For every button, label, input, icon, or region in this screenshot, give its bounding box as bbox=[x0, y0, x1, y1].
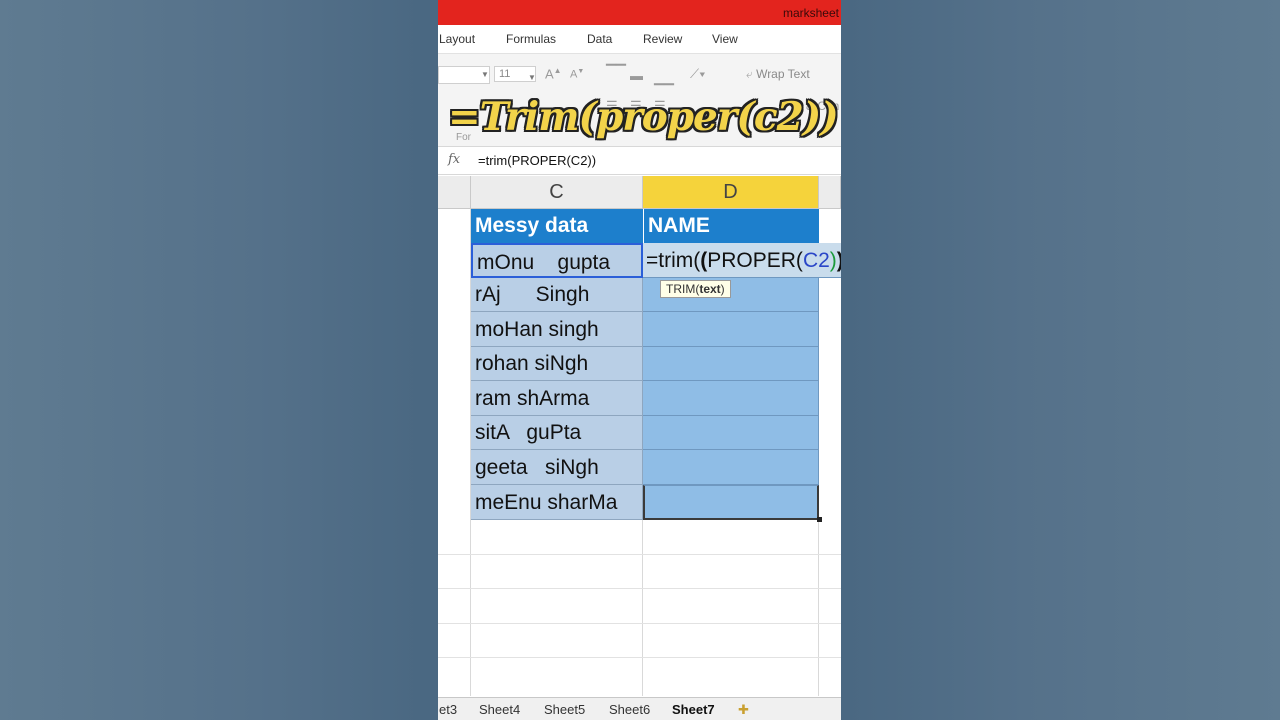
font-size-box[interactable]: 11 ▼ bbox=[494, 66, 536, 82]
formula-caption-overlay: =Trim(proper(c2)) bbox=[448, 94, 839, 140]
font-size-value: 11 bbox=[499, 68, 511, 80]
fill-handle[interactable] bbox=[817, 517, 822, 522]
sheet-tab-sheet5[interactable]: Sheet5 bbox=[544, 702, 585, 717]
table-cell-c3[interactable]: rAj Singh bbox=[471, 278, 643, 312]
chevron-down-icon: ▼ bbox=[481, 70, 489, 79]
table-cell-c9[interactable]: meEnu sharMa bbox=[471, 485, 643, 520]
table-cell-d8[interactable] bbox=[643, 450, 819, 485]
menu-view[interactable]: View bbox=[712, 32, 738, 46]
edit-cell-d2[interactable]: =trim((PROPER(C2)) bbox=[643, 243, 841, 278]
formula-paren: ) bbox=[829, 249, 837, 272]
menu-formulas[interactable]: Formulas bbox=[506, 32, 556, 46]
table-cell-d6[interactable] bbox=[643, 381, 819, 416]
sheet-tab-bar: et3 Sheet4 Sheet5 Sheet6 Sheet7 ✚ bbox=[438, 697, 841, 720]
gridline bbox=[438, 657, 841, 658]
menu-layout[interactable]: Layout bbox=[439, 32, 475, 46]
fx-icon[interactable]: fx bbox=[448, 152, 460, 167]
orientation-icon[interactable]: ⟋▾ bbox=[690, 66, 705, 82]
sheet-tab-sheet7[interactable]: Sheet7 bbox=[672, 702, 715, 717]
window-title: marksheet bbox=[782, 6, 839, 20]
header-cell-messy-data[interactable]: Messy data bbox=[471, 209, 643, 243]
sheet-tab-sheet3[interactable]: et3 bbox=[439, 702, 457, 717]
formula-paren: ) bbox=[837, 249, 841, 272]
insert-sheet-icon[interactable]: ✚ bbox=[738, 702, 749, 718]
table-cell-c2[interactable]: mOnu gupta bbox=[471, 243, 643, 278]
table-cell-d9[interactable] bbox=[643, 485, 819, 520]
shrink-font-icon[interactable]: A▼ bbox=[570, 68, 584, 81]
table-cell-c5[interactable]: rohan siNgh bbox=[471, 347, 643, 381]
align-middle-icon[interactable]: ▬ bbox=[630, 68, 643, 83]
grow-font-icon[interactable]: A▲ bbox=[545, 66, 562, 81]
table-cell-c8[interactable]: geeta siNgh bbox=[471, 450, 643, 485]
table-cell-c6[interactable]: ram shArma bbox=[471, 381, 643, 416]
table-cell-d7[interactable] bbox=[643, 416, 819, 450]
excel-window: marksheet Layout Formulas Data Review Vi… bbox=[438, 0, 841, 720]
header-cell-name[interactable]: NAME bbox=[643, 209, 819, 243]
align-top-icon[interactable]: ▔▔ bbox=[606, 64, 626, 80]
formula-part: PROPER( bbox=[707, 249, 803, 272]
menu-bar: Layout Formulas Data Review View bbox=[438, 25, 841, 54]
chevron-down-icon: ▼ bbox=[528, 73, 536, 82]
tooltip-arg: text bbox=[699, 282, 721, 296]
menu-data[interactable]: Data bbox=[587, 32, 612, 46]
gridline bbox=[438, 554, 841, 555]
font-name-box[interactable]: ▼ bbox=[438, 66, 490, 84]
wrap-text-button[interactable]: ⤶ Wrap Text bbox=[746, 67, 810, 82]
formula-cell-ref: C2 bbox=[802, 249, 830, 272]
wrap-text-icon: ⤶ bbox=[746, 67, 753, 81]
wrap-text-label: Wrap Text bbox=[756, 67, 810, 81]
column-header-d[interactable]: D bbox=[643, 176, 819, 209]
table-cell-d4[interactable] bbox=[643, 312, 819, 347]
sheet-tab-sheet4[interactable]: Sheet4 bbox=[479, 702, 520, 717]
column-header-c[interactable]: C bbox=[471, 176, 643, 209]
formula-part: =trim( bbox=[646, 249, 701, 272]
column-header-e[interactable] bbox=[819, 176, 841, 209]
table-cell-c7[interactable]: sitA guPta bbox=[471, 416, 643, 450]
sheet-tab-sheet6[interactable]: Sheet6 bbox=[609, 702, 650, 717]
formula-input[interactable]: =trim(PROPER(C2)) bbox=[478, 153, 596, 168]
column-header-b[interactable] bbox=[438, 176, 471, 209]
formula-bar: fx =trim(PROPER(C2)) bbox=[438, 148, 841, 175]
gridline bbox=[438, 623, 841, 624]
title-bar: marksheet bbox=[438, 0, 841, 25]
table-cell-c4[interactable]: moHan singh bbox=[471, 312, 643, 347]
gridline bbox=[438, 588, 841, 589]
tooltip-fn: TRIM( bbox=[666, 282, 700, 296]
menu-review[interactable]: Review bbox=[643, 32, 682, 46]
align-bottom-icon[interactable]: ▁▁ bbox=[654, 70, 674, 86]
tooltip-close: ) bbox=[720, 282, 725, 296]
function-tooltip: TRIM(text) bbox=[660, 280, 731, 298]
table-cell-d5[interactable] bbox=[643, 347, 819, 381]
worksheet-grid: C D Messy data NAME mOnu gupta rAj Singh… bbox=[438, 176, 841, 696]
